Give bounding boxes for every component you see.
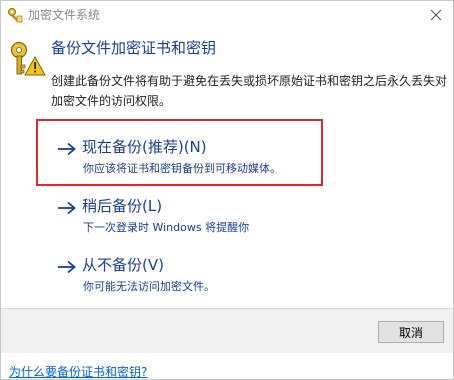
backup-now-title: 现在备份(推荐)(N): [82, 138, 207, 156]
window-title: 加密文件系统: [28, 8, 101, 22]
key-warning-icon: [10, 41, 46, 77]
efs-backup-dialog: 加密文件系统 备份文件加密证书和密钥 创建此备份文件将有助于避免在丢失或损坏原始…: [0, 0, 454, 380]
backup-later-link[interactable]: 稍后备份(L) 下一次登录时 Windows 将提醒你: [51, 194, 323, 240]
arrow-right-icon: [57, 200, 77, 215]
never-backup-subtitle: 你可能无法访问加密文件。: [83, 280, 215, 293]
backup-now-subtitle: 你应该将证书和密钥备份到可移动媒体。: [83, 162, 281, 175]
never-backup-link[interactable]: 从不备份(V) 你可能无法访问加密文件。: [51, 253, 323, 299]
backup-later-title: 稍后备份(L): [82, 197, 163, 215]
page-title: 备份文件加密证书和密钥: [51, 39, 217, 57]
close-button[interactable]: [419, 1, 453, 29]
cancel-button[interactable]: 取消: [378, 321, 444, 343]
backup-later-subtitle: 下一次登录时 Windows 将提醒你: [83, 221, 250, 234]
efs-key-icon: [7, 7, 23, 23]
title-bar: 加密文件系统: [1, 1, 453, 29]
arrow-right-icon: [57, 141, 77, 156]
dialog-footer: 取消: [1, 308, 453, 353]
arrow-right-icon: [57, 259, 77, 274]
backup-now-link[interactable]: 现在备份(推荐)(N) 你应该将证书和密钥备份到可移动媒体。: [51, 135, 323, 181]
never-backup-title: 从不备份(V): [82, 256, 164, 274]
description-text: 创建此备份文件将有助于避免在丢失或损坏原始证书和密钥之后永久丢失对加密文件的访问…: [51, 74, 448, 108]
help-link[interactable]: 为什么要备份证书和密钥?: [9, 363, 147, 380]
close-icon: [430, 6, 442, 25]
